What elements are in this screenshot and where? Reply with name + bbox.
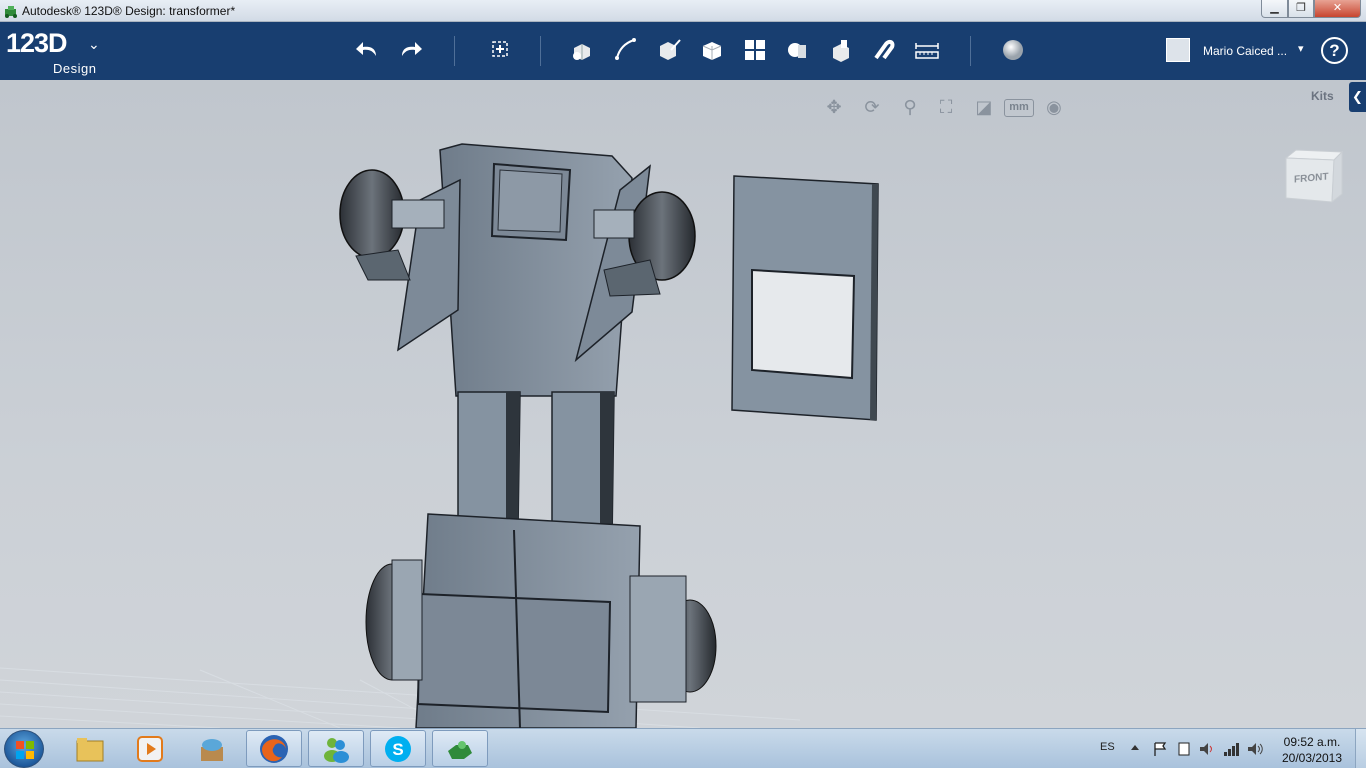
archive-icon [201, 738, 223, 761]
robot-lower-body [365, 513, 717, 728]
tray-expand-icon[interactable] [1130, 743, 1140, 753]
action-center-icon[interactable] [1152, 741, 1168, 757]
clock-time: 09:52 a.m. [1283, 735, 1341, 749]
app-icon [5, 6, 17, 18]
primitives-icon[interactable] [566, 34, 598, 66]
media-player-icon [137, 735, 163, 762]
volume-icon[interactable] [1246, 741, 1264, 757]
logo-subtitle: Design [53, 61, 97, 76]
logo-number: 123D [6, 28, 68, 58]
window-titlebar: Autodesk® 123D® Design: transformer* ▁ ❐… [0, 0, 1366, 22]
orbit-icon[interactable]: ⟳ [858, 94, 886, 120]
view-style-icon[interactable]: ◪ [970, 94, 998, 120]
panel-part [731, 175, 879, 421]
material-icon[interactable] [997, 34, 1029, 66]
transform-icon[interactable] [484, 34, 516, 66]
taskbar-123d-design[interactable] [432, 730, 488, 767]
units-icon[interactable]: mm [1004, 99, 1034, 117]
clock-date: 20/03/2013 [1281, 751, 1343, 765]
taskbar-firefox[interactable] [246, 730, 302, 767]
construct-icon[interactable] [653, 34, 685, 66]
close-button[interactable]: ✕ [1314, 0, 1361, 18]
chevron-down-icon: ⌄ [88, 36, 100, 52]
toolbar-separator [970, 36, 971, 66]
device-icon[interactable] [1176, 741, 1192, 757]
folder-icon [76, 737, 104, 761]
fit-icon[interactable]: ⛶ [932, 94, 960, 120]
clock[interactable]: 09:52 a.m. 20/03/2013 [1274, 734, 1350, 766]
taskbar-messenger[interactable] [308, 730, 364, 767]
sketch-icon[interactable] [610, 34, 642, 66]
pan-icon[interactable]: ✥ [820, 94, 848, 120]
maximize-button[interactable]: ❐ [1288, 0, 1314, 18]
user-name[interactable]: Mario Caiced ... [1203, 44, 1287, 58]
robot-upper-body [339, 143, 696, 397]
avatar[interactable] [1166, 38, 1190, 62]
snap-icon[interactable] [868, 34, 900, 66]
show-desktop-button[interactable] [1355, 729, 1366, 768]
app-menu-button[interactable]: 123D ⌄ Design [6, 28, 100, 76]
taskbar: S ES 09:52 a.m. 20/03/2013 [0, 728, 1366, 768]
toolbar-separator [540, 36, 541, 66]
grouping-icon[interactable] [782, 34, 814, 66]
messenger-icon [324, 737, 349, 763]
taskbar-skype[interactable]: S [370, 730, 426, 767]
123d-design-icon [448, 740, 472, 759]
kits-label[interactable]: Kits [1311, 89, 1334, 103]
3d-viewport[interactable]: ✥ ⟳ ⚲ ⛶ ◪ mm ◉ Kits ❮ FRONT [0, 80, 1366, 728]
taskbar-media-player[interactable] [122, 730, 178, 767]
language-indicator[interactable]: ES [1100, 741, 1115, 753]
firefox-icon [260, 734, 288, 763]
toolbar-separator [454, 36, 455, 66]
app-toolbar: 123D ⌄ Design Mario Caiced ... ▾ ? [0, 22, 1366, 80]
model-canvas[interactable] [0, 80, 1366, 728]
zoom-icon[interactable]: ⚲ [896, 94, 924, 120]
modify-icon[interactable] [696, 34, 728, 66]
start-button[interactable] [4, 730, 44, 768]
measure-icon[interactable] [911, 34, 943, 66]
redo-icon[interactable] [394, 34, 426, 66]
taskbar-archive[interactable] [184, 730, 240, 767]
pattern-icon[interactable] [739, 34, 771, 66]
chevron-down-icon[interactable]: ▾ [1298, 42, 1304, 55]
kits-panel-toggle[interactable]: ❮ [1349, 82, 1366, 112]
window-title: Autodesk® 123D® Design: transformer* [22, 4, 236, 18]
speaker-icon[interactable] [1198, 741, 1216, 757]
help-button[interactable]: ? [1321, 37, 1348, 64]
visibility-icon[interactable]: ◉ [1040, 94, 1068, 120]
svg-text:S: S [392, 740, 403, 759]
windows-icon [16, 741, 34, 759]
taskbar-explorer[interactable] [62, 730, 118, 767]
combine-icon[interactable] [825, 34, 857, 66]
network-icon[interactable] [1222, 741, 1240, 757]
skype-icon: S [385, 735, 411, 762]
undo-icon[interactable] [352, 34, 384, 66]
minimize-button[interactable]: ▁ [1261, 0, 1288, 18]
